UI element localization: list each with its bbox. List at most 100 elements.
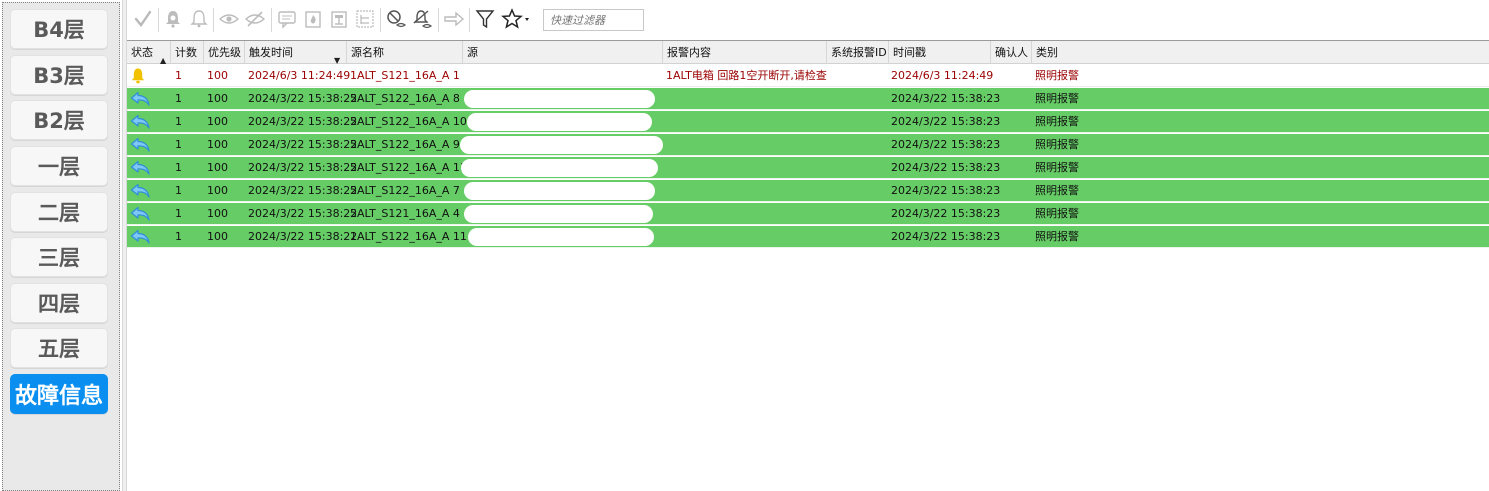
toolbar-separator	[271, 8, 272, 32]
cell-source-name: 5ALT_S122_16A_A 9	[350, 138, 460, 151]
return-arrow-icon	[129, 113, 150, 131]
cell-trigger-time: 2024/3/22 15:38:22	[248, 138, 358, 151]
cell-count: 1	[175, 230, 182, 243]
bell-icon	[129, 67, 147, 85]
eye-icon[interactable]	[218, 8, 240, 30]
star-dropdown-icon[interactable]	[500, 8, 534, 30]
cell-source-name: 5ALT_S122_16A_A 8	[350, 92, 460, 105]
table-row[interactable]: 1 100 2024/6/3 11:24:49 1ALT_S121_16A_A 1 1A…	[127, 65, 1489, 87]
column-header-ack-by[interactable]: 确认人	[991, 41, 1032, 64]
quick-filter-input[interactable]	[543, 9, 644, 31]
arrow-right-icon[interactable]	[443, 8, 465, 30]
redacted-source	[467, 113, 652, 131]
redacted-source	[464, 90, 655, 108]
cell-priority: 100	[207, 207, 228, 220]
bell-outline-icon[interactable]	[188, 8, 210, 30]
bell-slash-icon[interactable]	[411, 8, 433, 30]
column-header-count[interactable]: 计数	[171, 41, 204, 64]
redacted-source	[460, 136, 663, 154]
toolbar-separator	[158, 8, 159, 32]
cell-count: 1	[175, 161, 182, 174]
column-header-trigger-time[interactable]: 触发时间 ▼	[245, 41, 347, 64]
redacted-source	[464, 182, 655, 200]
column-header-system-alarm-id[interactable]: 系统报警ID	[827, 41, 889, 64]
eye-slash-icon[interactable]	[244, 8, 266, 30]
floor-button-b3[interactable]: B3层	[10, 55, 108, 95]
return-arrow-icon	[129, 136, 150, 154]
floor-button-3f[interactable]: 三层	[10, 237, 108, 277]
cell-timestamp: 2024/6/3 11:24:49	[891, 69, 994, 82]
redacted-source	[461, 159, 658, 177]
cell-timestamp: 2024/3/22 15:38:23	[891, 161, 1001, 174]
column-header-alarm-content[interactable]: 报警内容	[663, 41, 827, 64]
table-row[interactable]: 1 100 2024/3/22 15:38:22 5ALT_S122_16A_A 9 2…	[127, 134, 1489, 156]
cell-category: 照明报警	[1035, 161, 1079, 174]
floor-button-5f[interactable]: 五层	[10, 328, 108, 368]
floor-button-b4[interactable]: B4层	[10, 9, 108, 49]
cell-priority: 100	[207, 138, 228, 151]
table-row[interactable]: 1 100 2024/3/22 15:38:22 5ALT_S122_16A_A 11…	[127, 157, 1489, 179]
column-header-source[interactable]: 源	[463, 41, 663, 64]
fire-icon[interactable]	[302, 8, 324, 30]
return-arrow-icon	[129, 228, 150, 246]
toolbar-separator	[469, 8, 470, 32]
cell-timestamp: 2024/3/22 15:38:23	[891, 207, 1001, 220]
floor-button-2f[interactable]: 二层	[10, 192, 108, 232]
tree-icon[interactable]	[354, 8, 376, 30]
column-header-status[interactable]: 状态 ▲	[127, 41, 171, 64]
silence-icon[interactable]	[385, 8, 407, 30]
cell-trigger-time: 2024/3/22 15:38:22	[248, 115, 358, 128]
table-row[interactable]: 1 100 2024/3/22 15:38:22 5ALT_S122_16A_A 7 2…	[127, 180, 1489, 202]
cell-timestamp: 2024/3/22 15:38:23	[891, 92, 1001, 105]
cell-trigger-time: 2024/3/22 15:38:22	[248, 207, 358, 220]
cell-count: 1	[175, 115, 182, 128]
return-arrow-icon	[129, 205, 150, 223]
cell-category: 照明报警	[1035, 207, 1079, 220]
alarm-table: 状态 ▲ 计数 优先级 触发时间 ▼ 源名称 源 报警内容 系统报警ID 时间戳 确…	[127, 40, 1489, 491]
table-row[interactable]: 1 100 2024/3/22 15:38:22 5ALT_S122_16A_A 10…	[127, 111, 1489, 133]
table-row[interactable]: 1 100 2024/3/22 15:38:22 5ALT_S122_16A_A 8 2…	[127, 88, 1489, 110]
cell-timestamp: 2024/3/22 15:38:23	[891, 230, 1001, 243]
cell-source-name: 5ALT_S122_16A_A 10	[350, 115, 467, 128]
cell-source-name: 5ALT_S122_16A_A 7	[350, 184, 460, 197]
floor-button-b2[interactable]: B2层	[10, 100, 108, 140]
cell-source-name: 5ALT_S121_16A_A 4	[350, 207, 460, 220]
cell-trigger-time: 2024/3/22 15:38:22	[248, 184, 358, 197]
cell-priority: 100	[207, 230, 228, 243]
sort-ascending-icon: ▲	[160, 56, 167, 64]
comment-icon[interactable]	[276, 8, 298, 30]
fault-info-button[interactable]: 故障信息	[10, 374, 108, 414]
cell-count: 1	[175, 184, 182, 197]
return-arrow-icon	[129, 90, 150, 108]
cell-timestamp: 2024/3/22 15:38:23	[891, 184, 1001, 197]
cell-count: 1	[175, 92, 182, 105]
toolbar-separator	[213, 8, 214, 32]
table-row[interactable]: 1 100 2024/3/22 15:38:22 1ALT_S122_16A_A 11…	[127, 226, 1489, 248]
toolbar-separator	[438, 8, 439, 32]
cell-timestamp: 2024/3/22 15:38:23	[891, 138, 1001, 151]
cell-category: 照明报警	[1035, 138, 1079, 151]
redacted-source	[464, 205, 653, 223]
bell-icon[interactable]	[162, 8, 184, 30]
toolbar-separator	[380, 8, 381, 32]
cell-category: 照明报警	[1035, 115, 1079, 128]
floor-button-1f[interactable]: 一层	[10, 146, 108, 186]
column-header-timestamp[interactable]: 时间戳	[889, 41, 991, 64]
cell-source-name: 5ALT_S122_16A_A 11	[350, 161, 467, 174]
table-row[interactable]: 1 100 2024/3/22 15:38:22 5ALT_S121_16A_A 4 2…	[127, 203, 1489, 225]
list-box-icon[interactable]	[328, 8, 350, 30]
acknowledge-check-icon[interactable]	[132, 8, 154, 30]
alarm-toolbar	[127, 0, 1489, 40]
floor-sidebar: B4层 B3层 B2层 一层 二层 三层 四层 五层 故障信息	[2, 2, 120, 491]
cell-trigger-time: 2024/3/22 15:38:22	[248, 92, 358, 105]
floor-button-4f[interactable]: 四层	[10, 283, 108, 323]
filter-funnel-icon[interactable]	[474, 8, 496, 30]
return-arrow-icon	[129, 182, 150, 200]
cell-trigger-time: 2024/3/22 15:38:22	[248, 161, 358, 174]
cell-content: 1ALT电箱 回路1空开断开,请检查	[666, 69, 827, 82]
column-header-priority[interactable]: 优先级	[204, 41, 245, 64]
column-header-source-name[interactable]: 源名称	[347, 41, 463, 64]
cell-priority: 100	[207, 184, 228, 197]
cell-category: 照明报警	[1035, 69, 1079, 82]
column-header-category[interactable]: 类别	[1032, 41, 1489, 64]
